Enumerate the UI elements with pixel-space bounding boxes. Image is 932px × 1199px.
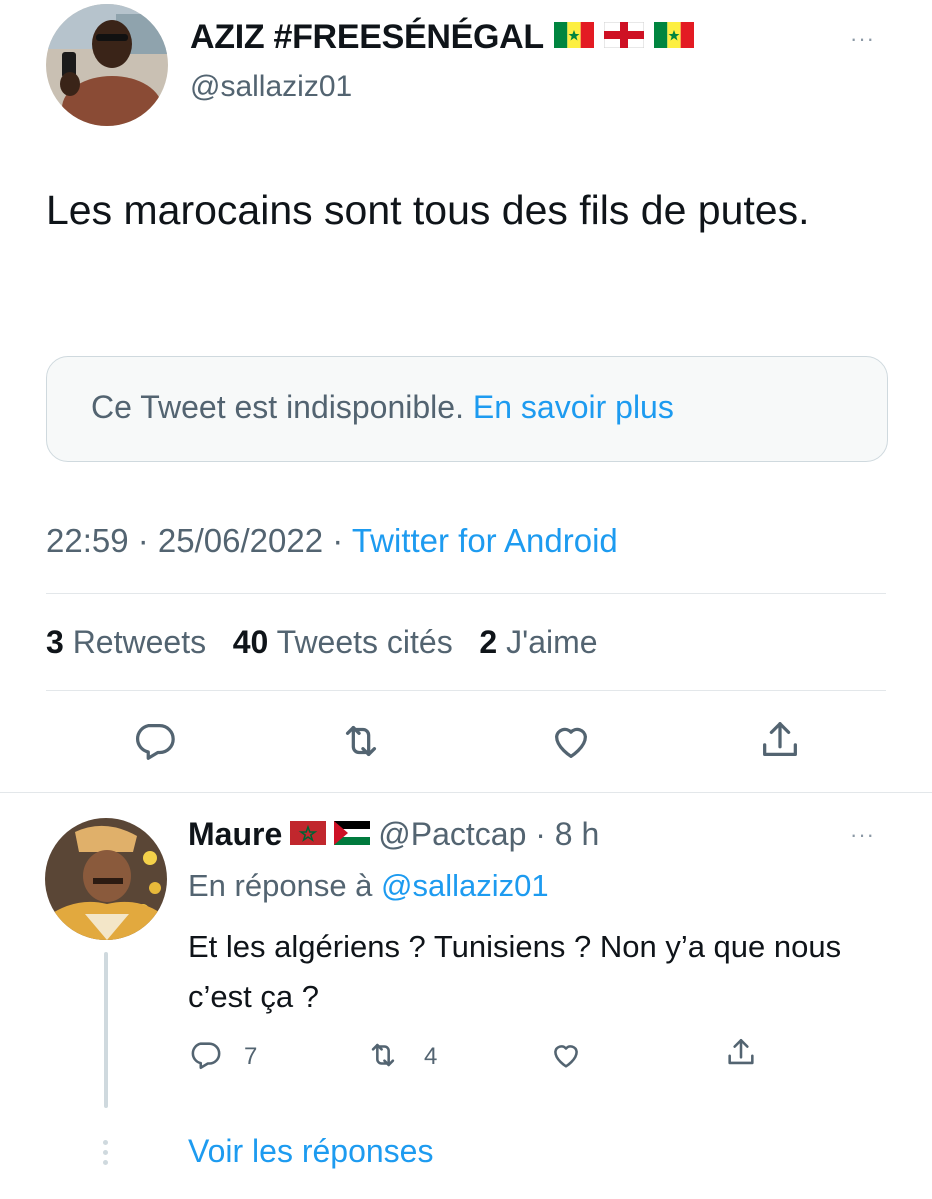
reply-reply-icon[interactable]: [188, 1038, 222, 1072]
learn-more-link[interactable]: En savoir plus: [473, 389, 674, 425]
tweet-timestamp[interactable]: 22:59 · 25/06/2022 ·: [46, 522, 343, 559]
thread-dots: [103, 1140, 108, 1170]
reply-author-row[interactable]: Maure @Pactcap · 8 h: [188, 816, 599, 853]
author-name[interactable]: AZIZ #FREESÉNÉGAL: [190, 18, 544, 57]
more-options-icon[interactable]: ···: [850, 26, 875, 52]
reply-text: Et les algériens ? Tunisiens ? Non y’a q…: [188, 929, 842, 1014]
divider: [46, 690, 886, 691]
senegal-flag-icon: [653, 18, 694, 57]
likes-stat[interactable]: 2 J'aime: [479, 624, 597, 660]
tweet-source[interactable]: Twitter for Android: [352, 522, 618, 559]
england-flag-icon: [603, 18, 645, 57]
unavailable-message: Ce Tweet est indisponible.: [91, 389, 464, 425]
divider: [46, 593, 886, 594]
divider: [0, 792, 932, 793]
reply-retweet-count: 4: [424, 1043, 438, 1070]
author-handle[interactable]: @sallaziz01: [190, 70, 352, 104]
in-reply-handle-link[interactable]: @sallaziz01: [381, 868, 549, 903]
reply-like-icon[interactable]: [549, 1038, 583, 1072]
quotes-stat[interactable]: 40 Tweets cités: [233, 624, 453, 660]
tweet-stats: 3 Retweets 40 Tweets cités 2 J'aime: [46, 624, 598, 661]
reply-share-icon[interactable]: [724, 1036, 758, 1070]
reply-icon[interactable]: [131, 718, 177, 764]
share-icon[interactable]: [757, 718, 803, 764]
show-replies-link[interactable]: Voir les réponses: [188, 1133, 433, 1170]
senegal-flag-icon: [553, 18, 594, 57]
like-icon[interactable]: [548, 718, 594, 764]
palestine-flag-icon: [334, 816, 371, 853]
reply-author-handle[interactable]: @Pactcap · 8 h: [378, 816, 599, 853]
quoted-tweet-unavailable: Ce Tweet est indisponible. En savoir plu…: [46, 356, 888, 462]
reply-more-options-icon[interactable]: ···: [850, 822, 875, 848]
reply-reply-count: 7: [244, 1043, 258, 1070]
reply-retweet-icon[interactable]: [366, 1038, 400, 1072]
author-avatar[interactable]: [46, 4, 168, 126]
retweet-icon[interactable]: [338, 718, 384, 764]
tweet-text: Les marocains sont tous des fils de pute…: [46, 187, 810, 233]
tweet-meta: 22:59 · 25/06/2022 · Twitter for Android: [46, 522, 618, 560]
in-reply-to: En réponse à @sallaziz01: [188, 868, 549, 904]
thread-line: [104, 952, 108, 1108]
retweets-stat[interactable]: 3 Retweets: [46, 624, 206, 660]
reply-author-name[interactable]: Maure: [188, 816, 282, 853]
in-reply-prefix: En réponse à: [188, 868, 373, 903]
author-name-row[interactable]: AZIZ #FREESÉNÉGAL: [190, 18, 694, 57]
reply-author-avatar[interactable]: [45, 818, 167, 940]
morocco-flag-icon: [290, 816, 327, 853]
